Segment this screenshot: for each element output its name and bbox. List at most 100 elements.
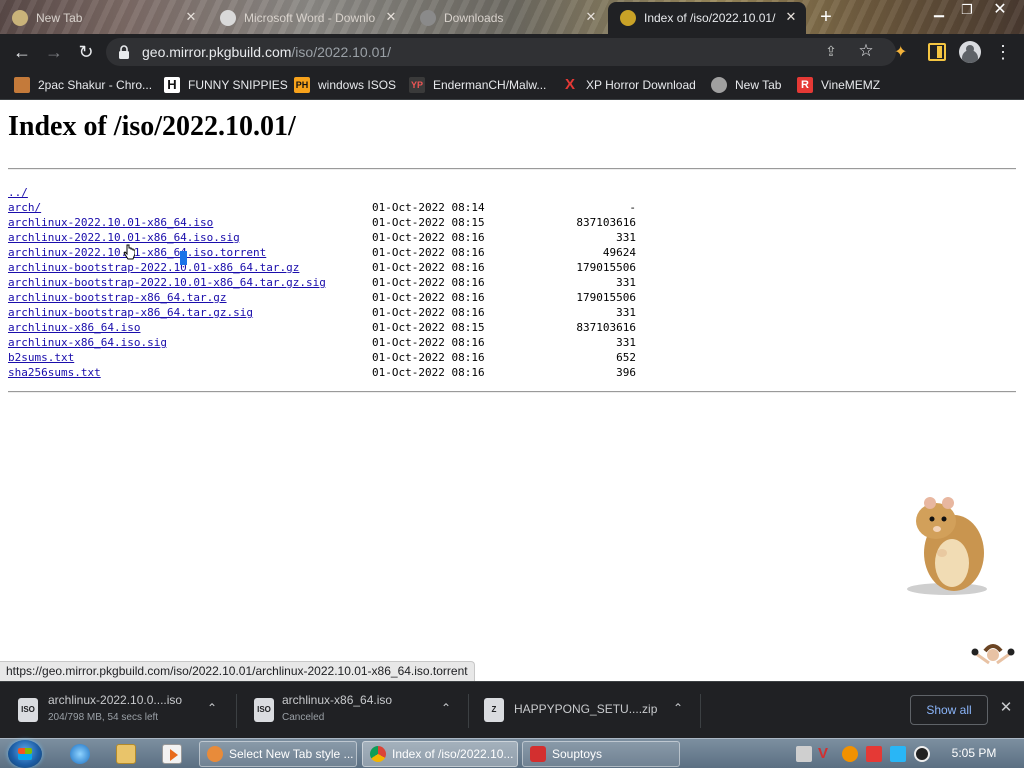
file-link[interactable]: archlinux-x86_64.iso.sig	[8, 336, 167, 349]
close-icon[interactable]: ✕	[184, 10, 198, 24]
list-item: archlinux-x86_64.iso 01-Oct-2022 08:15 837…	[8, 320, 668, 335]
network-icon[interactable]	[890, 746, 906, 762]
file-link[interactable]: b2sums.txt	[8, 351, 74, 364]
side-panel-icon[interactable]	[928, 43, 946, 61]
file-link[interactable]: archlinux-2022.10.01-x86_64.iso.sig	[8, 231, 240, 244]
chevron-up-icon[interactable]: ⌃	[670, 700, 686, 716]
file-size: 331	[616, 231, 636, 244]
taskbar-item-new-tab-style[interactable]: Select New Tab style ...	[199, 741, 357, 767]
tray-app-icon[interactable]	[796, 746, 812, 762]
app-icon	[207, 746, 223, 762]
taskbar-item-label: Souptoys	[552, 747, 603, 761]
file-link[interactable]: sha256sums.txt	[8, 366, 101, 379]
close-icon[interactable]: ✕	[998, 700, 1014, 716]
taskbar-item-chrome[interactable]: Index of /iso/2022.10...	[362, 741, 518, 767]
list-item: archlinux-bootstrap-x86_64.tar.gz 01-Oct-…	[8, 290, 668, 305]
file-date: 01-Oct-2022 08:14	[372, 201, 485, 214]
close-icon[interactable]: ✕	[384, 10, 398, 24]
chevron-up-icon[interactable]: ⌃	[438, 700, 454, 716]
tab-index-of-iso[interactable]: Index of /iso/2022.10.01/ ✕	[608, 2, 806, 34]
taskbar-item-souptoys[interactable]: Souptoys	[522, 741, 680, 767]
url-text[interactable]: geo.mirror.pkgbuild.com/iso/2022.10.01/	[142, 44, 391, 60]
list-item: sha256sums.txt 01-Oct-2022 08:16 396	[8, 365, 668, 380]
extensions-puzzle-icon[interactable]: ✦	[894, 42, 914, 62]
reload-icon[interactable]: ↻	[74, 40, 98, 64]
file-size: 331	[616, 276, 636, 289]
chevron-up-icon[interactable]: ⌃	[204, 700, 220, 716]
bookmark-favicon-icon	[14, 77, 30, 93]
hamster-desktop-pet-icon[interactable]	[902, 491, 992, 597]
bookmark-windows-isos[interactable]: PH windows ISOS	[294, 76, 396, 94]
list-item: arch/01-Oct-2022 08:14 -	[8, 200, 668, 215]
window-close-icon[interactable]: ✕	[982, 0, 1018, 22]
tab-new-tab[interactable]: New Tab ✕	[0, 2, 206, 34]
profile-avatar-icon[interactable]	[959, 41, 981, 63]
back-arrow-icon[interactable]: ←	[10, 40, 34, 64]
share-icon[interactable]: ⇪	[822, 43, 840, 61]
bookmark-vinememz[interactable]: R VineMEMZ	[797, 76, 880, 94]
file-link[interactable]: archlinux-bootstrap-2022.10.01-x86_64.ta…	[8, 261, 299, 274]
internet-explorer-icon[interactable]	[70, 744, 90, 764]
windows-taskbar: Select New Tab style ... Index of /iso/2…	[0, 738, 1024, 768]
tray-search-icon[interactable]	[842, 746, 858, 762]
file-link[interactable]: archlinux-bootstrap-x86_64.tar.gz.sig	[8, 306, 253, 319]
file-link[interactable]: archlinux-bootstrap-2022.10.01-x86_64.ta…	[8, 276, 326, 289]
volume-icon[interactable]	[914, 746, 930, 762]
zip-file-icon: Z	[484, 698, 504, 722]
tab-microsoft-word[interactable]: Microsoft Word - Downlo ✕	[208, 2, 406, 34]
address-bar[interactable]: geo.mirror.pkgbuild.com/iso/2022.10.01/ …	[106, 38, 896, 66]
file-link[interactable]: archlinux-2022.10.01-x86_64.iso.torrent	[8, 246, 266, 259]
bookmark-xp-horror[interactable]: X XP Horror Download	[562, 76, 696, 94]
tab-title: Index of /iso/2022.10.01/	[644, 11, 776, 25]
start-button-icon[interactable]	[8, 740, 42, 768]
file-date: 01-Oct-2022 08:16	[372, 261, 485, 274]
folder-icon[interactable]	[116, 744, 136, 764]
list-item: archlinux-bootstrap-2022.10.01-x86_64.ta…	[8, 260, 668, 275]
list-item: archlinux-2022.10.01-x86_64.iso 01-Oct-20…	[8, 215, 668, 230]
kebab-menu-icon[interactable]: ⋮	[994, 40, 1012, 64]
file-date: 01-Oct-2022 08:16	[372, 246, 485, 259]
file-link[interactable]: ../	[8, 186, 28, 199]
minimize-icon[interactable]: ▁	[924, 0, 954, 22]
media-player-icon[interactable]	[162, 744, 182, 764]
lock-icon[interactable]	[118, 45, 130, 59]
download-item[interactable]: ISO archlinux-2022.10.0....iso 204/798 M…	[0, 690, 236, 730]
file-date: 01-Oct-2022 08:15	[372, 321, 485, 334]
tab-strip: New Tab ✕ Microsoft Word - Downlo ✕ Down…	[0, 0, 1024, 34]
download-item[interactable]: Z HAPPYPONG_SETU....zip ⌃	[466, 690, 696, 730]
file-link[interactable]: archlinux-2022.10.01-x86_64.iso	[8, 216, 213, 229]
bookmark-favicon-icon: PH	[294, 77, 310, 93]
restore-icon[interactable]: ❐	[952, 0, 982, 22]
clock[interactable]: 5:05 PM	[944, 746, 1004, 760]
tab-title: New Tab	[36, 11, 83, 25]
site-favicon-icon	[620, 10, 636, 26]
download-filename: HAPPYPONG_SETU....zip	[514, 702, 658, 716]
file-link[interactable]: archlinux-bootstrap-x86_64.tar.gz	[8, 291, 227, 304]
forward-arrow-icon[interactable]: →	[42, 40, 66, 64]
bookmark-star-icon[interactable]: ☆	[856, 41, 876, 61]
download-filename: archlinux-x86_64.iso	[282, 693, 393, 707]
close-icon[interactable]: ✕	[584, 10, 598, 24]
flag-icon[interactable]	[866, 746, 882, 762]
bookmark-2pac-shakur[interactable]: 2pac Shakur - Chro...	[14, 76, 152, 94]
file-link[interactable]: arch/	[8, 201, 41, 214]
text-selection-highlight	[180, 251, 187, 265]
new-tab-plus-icon[interactable]: +	[814, 6, 838, 30]
bookmark-new-tab[interactable]: New Tab	[711, 76, 781, 94]
close-icon[interactable]: ✕	[784, 10, 798, 24]
tray-v-icon[interactable]: V	[818, 746, 834, 762]
tab-downloads[interactable]: Downloads ✕	[408, 2, 606, 34]
file-size: 331	[616, 306, 636, 319]
page-title: Index of /iso/2022.10.01/	[8, 111, 296, 142]
bookmark-endermanch[interactable]: YP EndermanCH/Malw...	[409, 76, 546, 94]
bookmark-favicon-icon	[711, 77, 727, 93]
list-item: ../	[8, 185, 668, 200]
bookmark-funny-snippies[interactable]: H FUNNY SNIPPIES	[164, 76, 288, 94]
bookmark-label: 2pac Shakur - Chro...	[38, 78, 153, 92]
download-item[interactable]: ISO archlinux-x86_64.iso Canceled ⌃	[234, 690, 466, 730]
file-link[interactable]: archlinux-x86_64.iso	[8, 321, 140, 334]
file-date: 01-Oct-2022 08:15	[372, 216, 485, 229]
list-item: archlinux-x86_64.iso.sig 01-Oct-2022 08:1…	[8, 335, 668, 350]
show-all-button[interactable]: Show all	[910, 695, 988, 725]
file-date: 01-Oct-2022 08:16	[372, 306, 485, 319]
